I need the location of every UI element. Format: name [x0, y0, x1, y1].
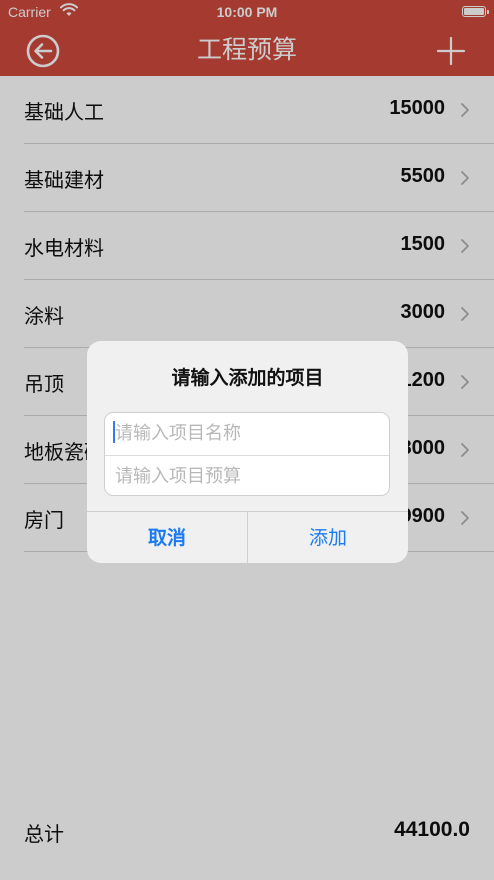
item-name-input[interactable] [105, 413, 389, 454]
dialog-buttons: 取消 添加 [87, 511, 408, 563]
add-button[interactable]: 添加 [248, 512, 408, 563]
text-caret [113, 421, 115, 443]
dialog-title: 请输入添加的项目 [171, 367, 324, 389]
add-item-dialog: 请输入添加的项目 取消 添加 [87, 341, 408, 563]
item-budget-input[interactable] [105, 455, 389, 495]
cancel-button[interactable]: 取消 [87, 512, 247, 563]
dialog-fields [104, 412, 390, 496]
